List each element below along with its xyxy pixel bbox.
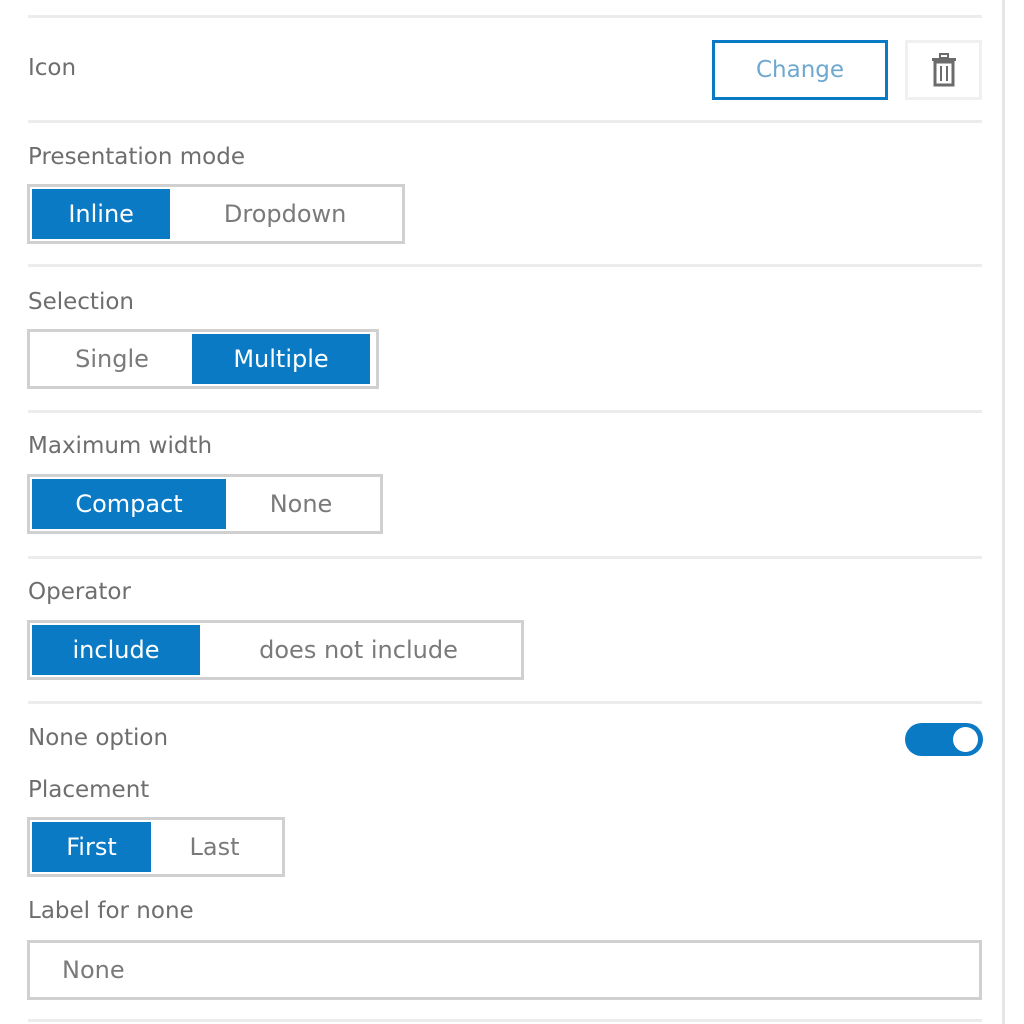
maximum-width-label: Maximum width [28,433,213,459]
presentation-mode-label: Presentation mode [28,144,245,170]
icon-label: Icon [28,55,77,81]
placement-last-option[interactable]: Last [151,822,278,872]
maximum-width-compact-option[interactable]: Compact [32,479,226,529]
divider [28,264,982,267]
selection-multiple-option[interactable]: Multiple [192,334,370,384]
maximum-width-segmented: Compact None [27,474,383,534]
label-for-none-input[interactable] [27,940,982,1000]
operator-segmented: include does not include [27,620,524,680]
divider [28,15,982,18]
panel-scroll-edge [1002,0,1005,1024]
divider [28,701,982,704]
trash-icon [931,53,956,87]
selection-single-option[interactable]: Single [32,334,192,384]
operator-does-not-include-option[interactable]: does not include [200,625,517,675]
presentation-mode-dropdown-option[interactable]: Dropdown [170,189,400,239]
divider [28,120,982,123]
selection-segmented: Single Multiple [27,329,379,389]
change-icon-button[interactable]: Change [712,40,888,100]
operator-include-option[interactable]: include [32,625,200,675]
maximum-width-none-option[interactable]: None [226,479,376,529]
placement-first-option[interactable]: First [32,822,151,872]
placement-segmented: First Last [27,817,285,877]
label-for-none-label: Label for none [28,898,194,924]
settings-panel: Icon Change Presentation mode Inline Dro… [0,0,1024,1024]
presentation-mode-inline-option[interactable]: Inline [32,189,171,239]
toggle-knob [953,727,978,752]
divider [28,410,982,413]
none-option-toggle[interactable] [905,723,983,756]
divider [28,1019,982,1022]
selection-label: Selection [28,289,134,315]
operator-label: Operator [28,579,131,605]
placement-label: Placement [28,777,150,803]
delete-icon-button[interactable] [905,40,982,100]
divider [28,556,982,559]
presentation-mode-segmented: Inline Dropdown [27,184,405,244]
none-option-label: None option [28,725,169,751]
